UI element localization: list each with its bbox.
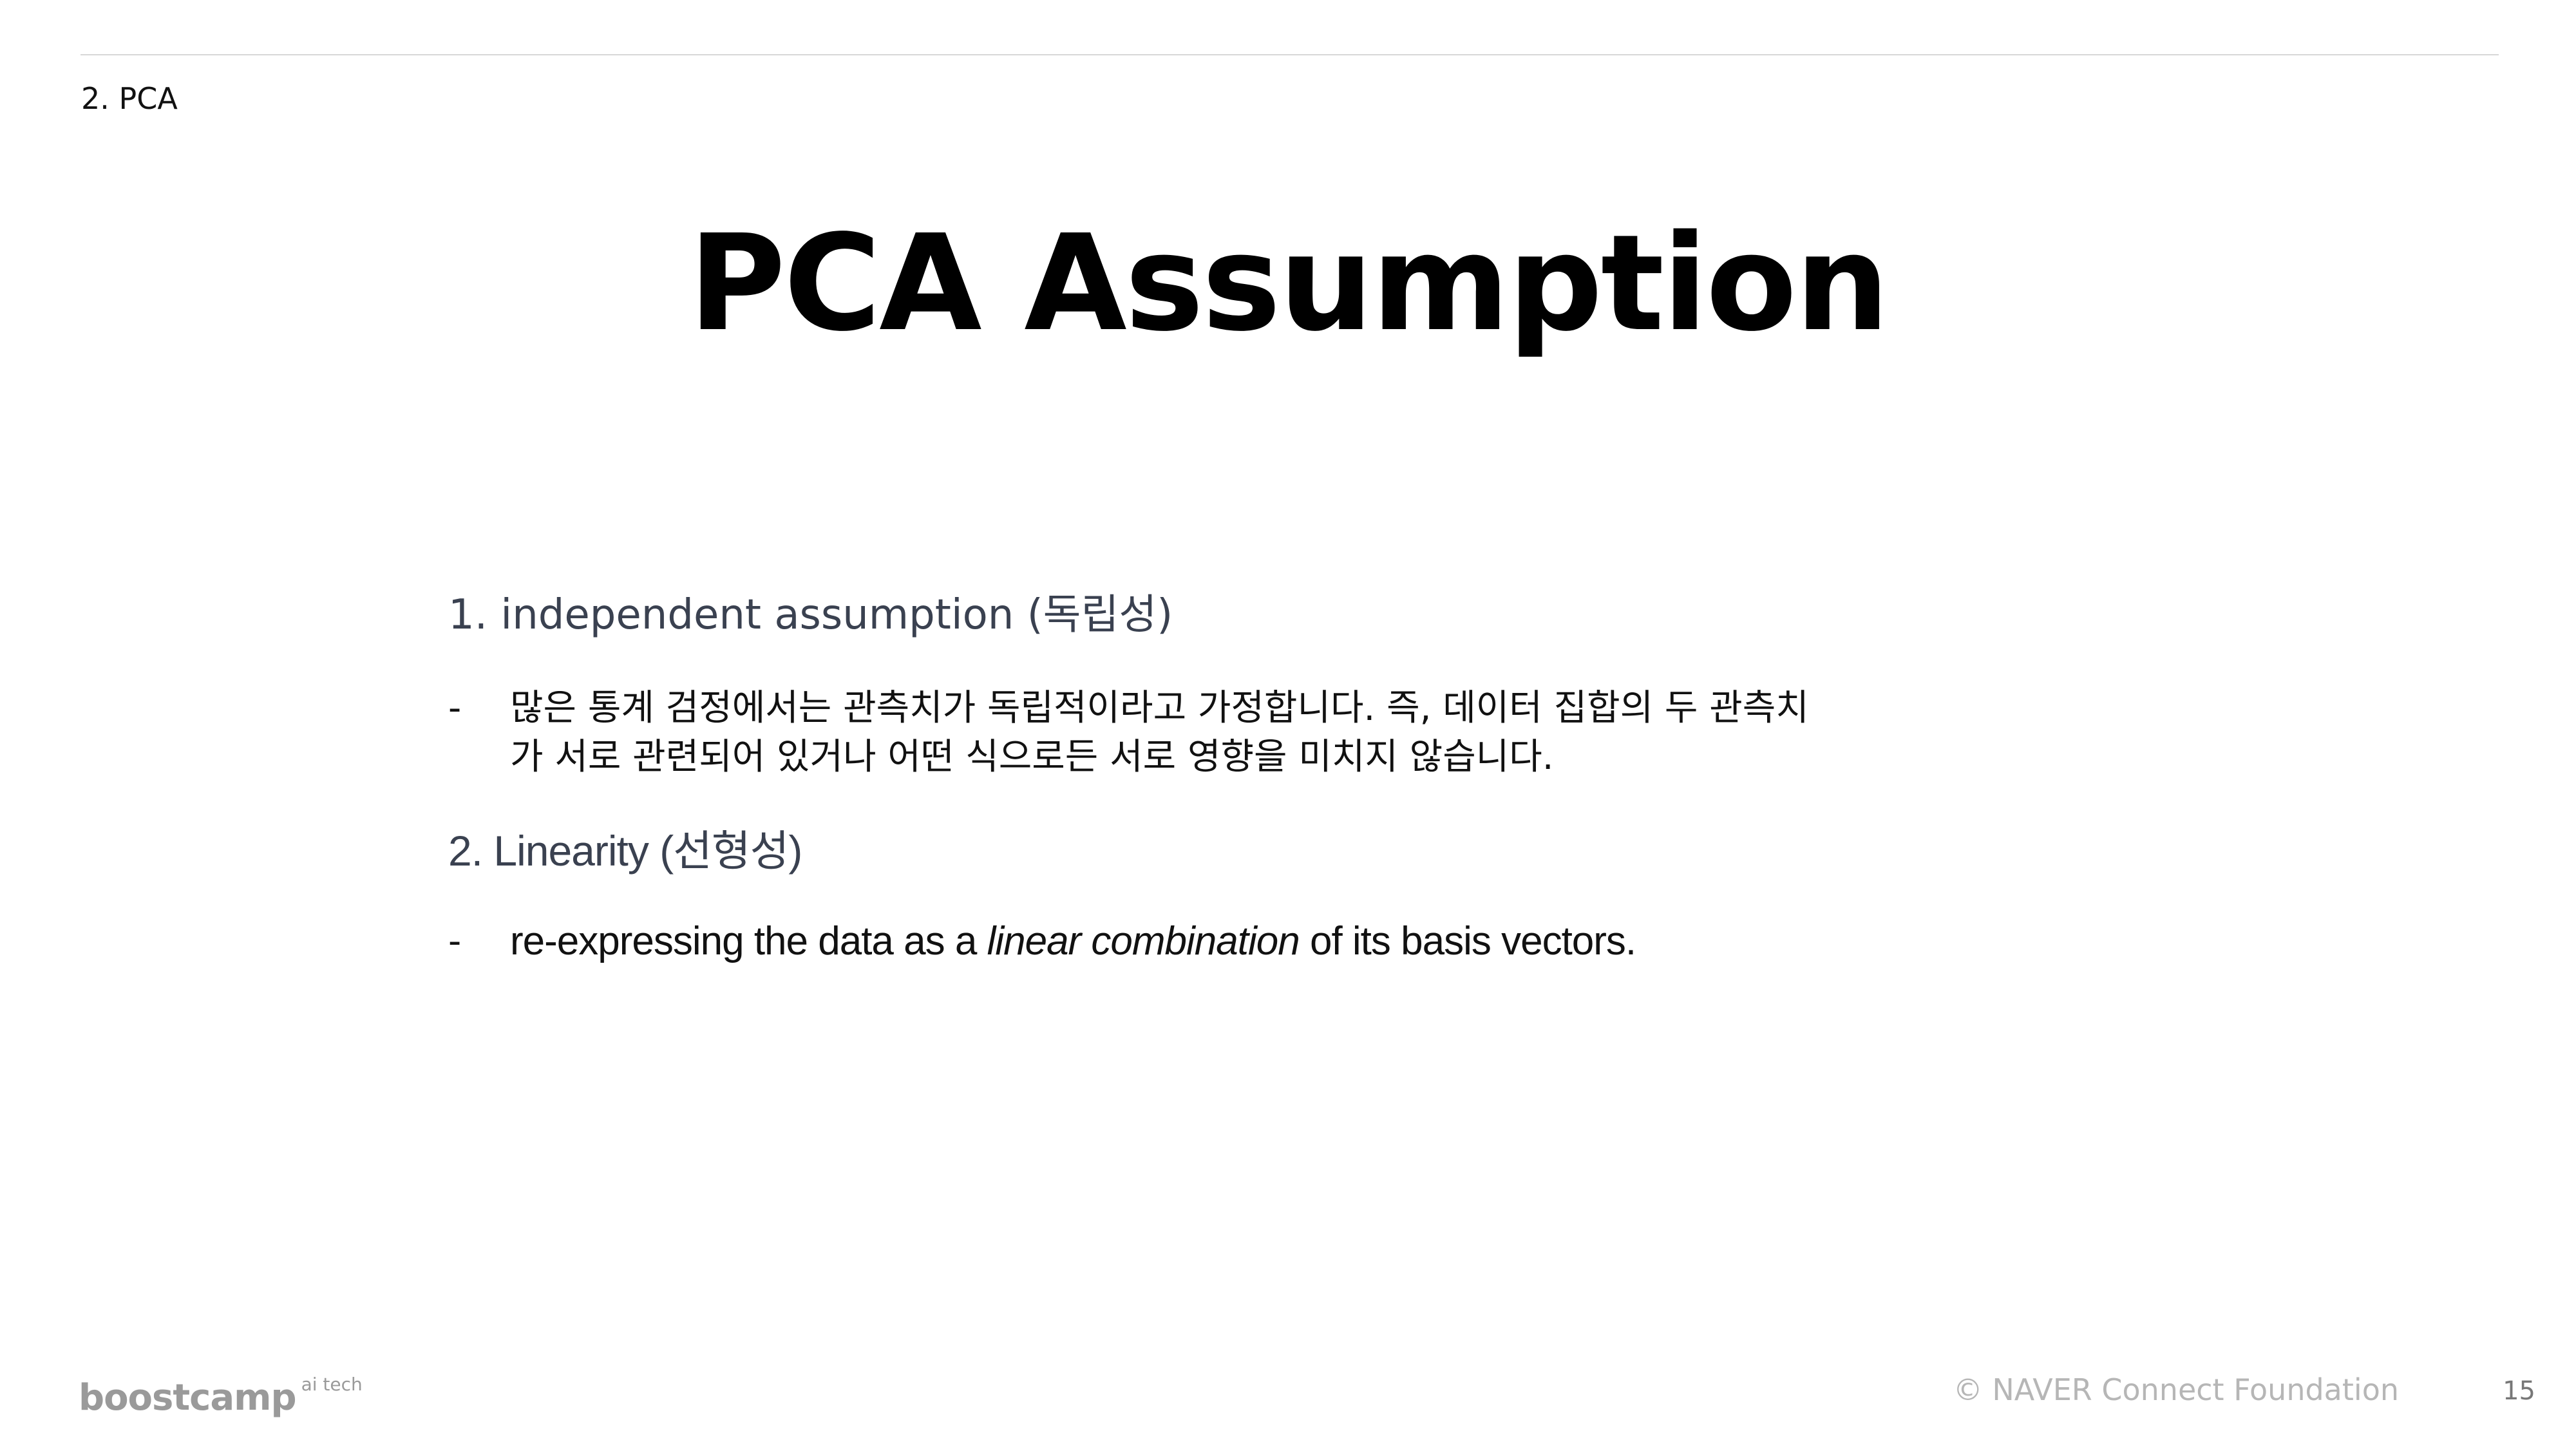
boostcamp-logo: boostcamp ai tech: [79, 1364, 363, 1419]
item-number: 2.: [448, 827, 483, 875]
section-label: 2. PCA: [81, 81, 178, 116]
page-number: 15: [2503, 1376, 2535, 1406]
slide-content: 1. independent assumption (독립성) - 많은 통계 …: [448, 586, 2058, 966]
item-heading-text: Linearity: [493, 827, 649, 875]
bullet-text-italic: linear combination: [987, 919, 1300, 963]
bullet-text-after: of its basis vectors.: [1299, 919, 1636, 963]
logo-text: boostcamp: [79, 1377, 297, 1419]
top-divider: [80, 54, 2499, 55]
slide-title: PCA Assumption: [688, 206, 1889, 361]
logo-superscript: ai tech: [301, 1374, 363, 1395]
item-heading-korean: (선형성): [659, 827, 802, 875]
item-heading-independence: 1. independent assumption (독립성): [448, 591, 1173, 639]
bullet-text-before: re-expressing the data as a: [510, 919, 987, 963]
bullet-linearity: - re-expressing the data as a linear com…: [448, 917, 2058, 966]
bullet-text: re-expressing the data as a linear combi…: [510, 917, 2058, 966]
bullet-independence: - 많은 통계 검정에서는 관측치가 독립적이라고 가정합니다. 즉, 데이터 …: [448, 684, 2058, 782]
bullet-line-1: 많은 통계 검정에서는 관측치가 독립적이라고 가정합니다. 즉, 데이터 집합…: [510, 687, 1809, 729]
bullet-line-2: 가 서로 관련되어 있거나 어떤 식으로든 서로 영향을 미치지 않습니다.: [510, 736, 1554, 778]
copyright-text: © NAVER Connect Foundation: [1953, 1372, 2399, 1407]
bullet-dash: -: [448, 920, 462, 962]
bullet-dash: -: [448, 687, 462, 729]
item-heading-linearity: 2. Linearity (선형성): [448, 822, 2058, 880]
